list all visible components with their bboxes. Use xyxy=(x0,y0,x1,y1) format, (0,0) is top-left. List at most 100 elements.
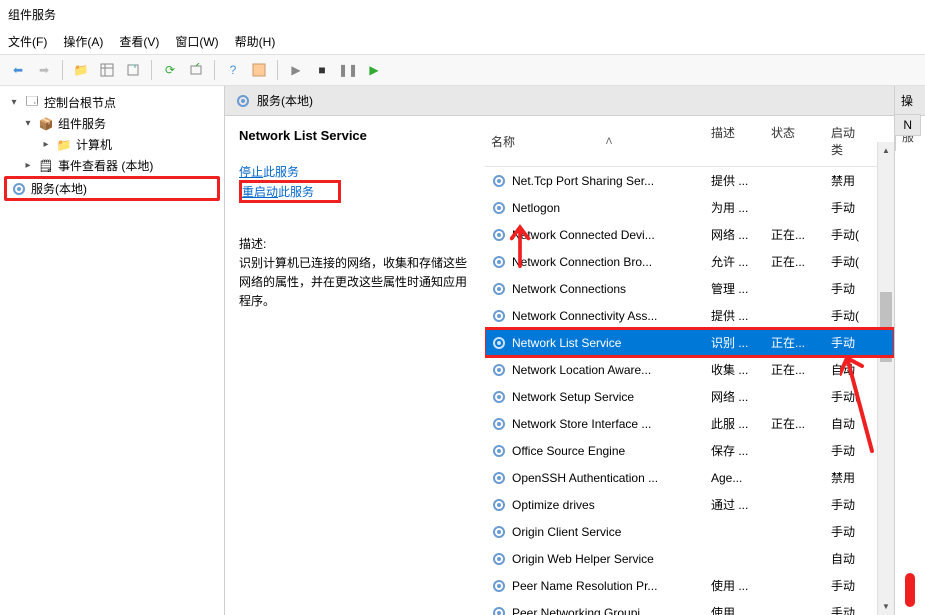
n-button[interactable]: N xyxy=(894,114,921,136)
service-desc: 允许 ... xyxy=(705,253,765,270)
service-row[interactable]: Optimize drives通过 ...手动 xyxy=(485,491,894,518)
tree-root[interactable]: ▾ 🗔 控制台根节点 xyxy=(4,92,220,113)
service-desc: 为用 ... xyxy=(705,199,765,216)
service-row[interactable]: Origin Client Service手动 xyxy=(485,518,894,545)
col-name[interactable]: 名称ᐱ xyxy=(485,120,705,162)
restart-service-link[interactable]: 重启动此服务 xyxy=(242,185,314,199)
col-desc[interactable]: 描述 xyxy=(705,120,765,162)
back-button[interactable]: ⬅ xyxy=(6,59,30,81)
service-desc: 通过 ... xyxy=(705,496,765,513)
service-status: 正在... xyxy=(765,253,825,270)
service-row[interactable]: Peer Name Resolution Pr...使用 ...手动 xyxy=(485,572,894,599)
service-name: Origin Client Service xyxy=(512,525,621,539)
folder-icon[interactable]: 📁 xyxy=(69,59,93,81)
service-name: Network Connectivity Ass... xyxy=(512,309,657,323)
annotation-marker xyxy=(905,573,915,607)
service-row[interactable]: Network Location Aware...收集 ...正在...自动 xyxy=(485,356,894,383)
tree-label: 服务(本地) xyxy=(31,180,87,197)
play-icon[interactable]: ▶ xyxy=(284,59,308,81)
service-name: OpenSSH Authentication ... xyxy=(512,471,658,485)
center-header-label: 服务(本地) xyxy=(257,92,313,109)
service-start: 手动( xyxy=(825,253,865,270)
service-row[interactable]: Network List Service识别 ...正在...手动 xyxy=(485,329,894,356)
expand-icon[interactable]: ▾ xyxy=(22,118,34,129)
gear-icon xyxy=(491,524,507,540)
menu-file[interactable]: 文件(F) xyxy=(8,33,47,50)
service-start: 手动 xyxy=(825,280,865,297)
service-row[interactable]: OpenSSH Authentication ...Age...禁用 xyxy=(485,464,894,491)
description-label: 描述: xyxy=(239,235,471,252)
toolbar: ⬅ ➡ 📁 ⟳ ? ▶ ■ ❚❚ ▶ xyxy=(0,54,925,86)
restart-icon[interactable]: ▶ xyxy=(362,59,386,81)
gear-icon xyxy=(491,497,507,513)
menu-window[interactable]: 窗口(W) xyxy=(175,33,218,50)
service-desc: 此服 ... xyxy=(705,415,765,432)
service-row[interactable]: Office Source Engine保存 ...手动 xyxy=(485,437,894,464)
service-title: Network List Service xyxy=(239,128,471,143)
gear-icon xyxy=(491,416,507,432)
service-row[interactable]: Network Connections 管理 ... 手动 xyxy=(485,275,894,302)
tree-panel: ▾ 🗔 控制台根节点 ▾ 📦 组件服务 ▸ 📁 计算机 ▸ 🗒 事件查看器 (本… xyxy=(0,86,225,615)
service-desc: 提供 ... xyxy=(705,307,765,324)
window-icon[interactable] xyxy=(247,59,271,81)
service-row[interactable]: Netlogon为用 ...手动 xyxy=(485,194,894,221)
service-start: 手动 xyxy=(825,604,865,615)
service-row[interactable]: Network Connectivity Ass...提供 ...手动( xyxy=(485,302,894,329)
menubar: 文件(F) 操作(A) 查看(V) 窗口(W) 帮助(H) xyxy=(0,29,925,54)
gear-icon xyxy=(235,93,251,109)
scrollbar[interactable]: ▲ ▼ xyxy=(877,142,894,615)
service-detail-panel: Network List Service 停止此服务 重启动此服务 描述: 识别… xyxy=(225,116,485,615)
event-icon: 🗒 xyxy=(38,158,54,174)
service-row[interactable]: Network Setup Service网络 ...手动( xyxy=(485,383,894,410)
service-desc: 管理 ... xyxy=(705,280,765,297)
service-name: Origin Web Helper Service xyxy=(512,552,654,566)
center-header: 服务(本地) xyxy=(225,86,894,116)
service-name: Network Connections xyxy=(512,282,626,296)
menu-action[interactable]: 操作(A) xyxy=(63,33,103,50)
service-desc: 网络 ... xyxy=(705,226,765,243)
service-desc: 保存 ... xyxy=(705,442,765,459)
forward-button[interactable]: ➡ xyxy=(32,59,56,81)
service-row[interactable]: Network Connection Bro...允许 ...正在...手动( xyxy=(485,248,894,275)
service-start: 自动 xyxy=(825,415,865,432)
col-status[interactable]: 状态 xyxy=(765,120,825,162)
service-desc: 使用 ... xyxy=(705,577,765,594)
expand-icon[interactable]: ▸ xyxy=(40,139,52,150)
export-list-icon[interactable] xyxy=(184,59,208,81)
service-row[interactable]: Origin Web Helper Service自动 xyxy=(485,545,894,572)
service-name: Network Setup Service xyxy=(512,390,634,404)
service-desc: 使用 ... xyxy=(705,604,765,615)
service-status: 正在... xyxy=(765,361,825,378)
tree-item-event[interactable]: ▸ 🗒 事件查看器 (本地) xyxy=(4,155,220,176)
service-status: 正在... xyxy=(765,226,825,243)
service-desc: 收集 ... xyxy=(705,361,765,378)
tree-item-services[interactable]: 服务(本地) xyxy=(4,176,220,201)
service-row[interactable]: Net.Tcp Port Sharing Ser...提供 ...禁用 xyxy=(485,167,894,194)
view-icon[interactable] xyxy=(95,59,119,81)
stop-icon[interactable]: ■ xyxy=(310,59,334,81)
gear-icon xyxy=(491,227,507,243)
service-start: 手动 xyxy=(825,496,865,513)
pause-icon[interactable]: ❚❚ xyxy=(336,59,360,81)
help-icon[interactable]: ? xyxy=(221,59,245,81)
scroll-down-button[interactable]: ▼ xyxy=(878,598,894,615)
tree-item-computer[interactable]: ▸ 📁 计算机 xyxy=(4,134,220,155)
tree-item-component[interactable]: ▾ 📦 组件服务 xyxy=(4,113,220,134)
service-row[interactable]: Network Connected Devi...网络 ...正在...手动( xyxy=(485,221,894,248)
export-icon[interactable] xyxy=(121,59,145,81)
folder-icon: 📁 xyxy=(56,137,72,153)
col-start[interactable]: 启动类 xyxy=(825,120,865,162)
service-start: 手动( xyxy=(825,388,865,405)
expand-icon[interactable]: ▾ xyxy=(8,97,20,108)
service-name: Network Connected Devi... xyxy=(512,228,655,242)
menu-view[interactable]: 查看(V) xyxy=(119,33,159,50)
service-name: Network Location Aware... xyxy=(512,363,651,377)
refresh-icon[interactable]: ⟳ xyxy=(158,59,182,81)
gear-icon xyxy=(491,551,507,567)
gear-icon xyxy=(491,281,507,297)
service-row[interactable]: Network Store Interface ...此服 ...正在...自动 xyxy=(485,410,894,437)
expand-icon[interactable]: ▸ xyxy=(22,160,34,171)
menu-help[interactable]: 帮助(H) xyxy=(235,33,276,50)
scroll-up-button[interactable]: ▲ xyxy=(878,142,894,159)
stop-service-link[interactable]: 停止此服务 xyxy=(239,165,299,179)
